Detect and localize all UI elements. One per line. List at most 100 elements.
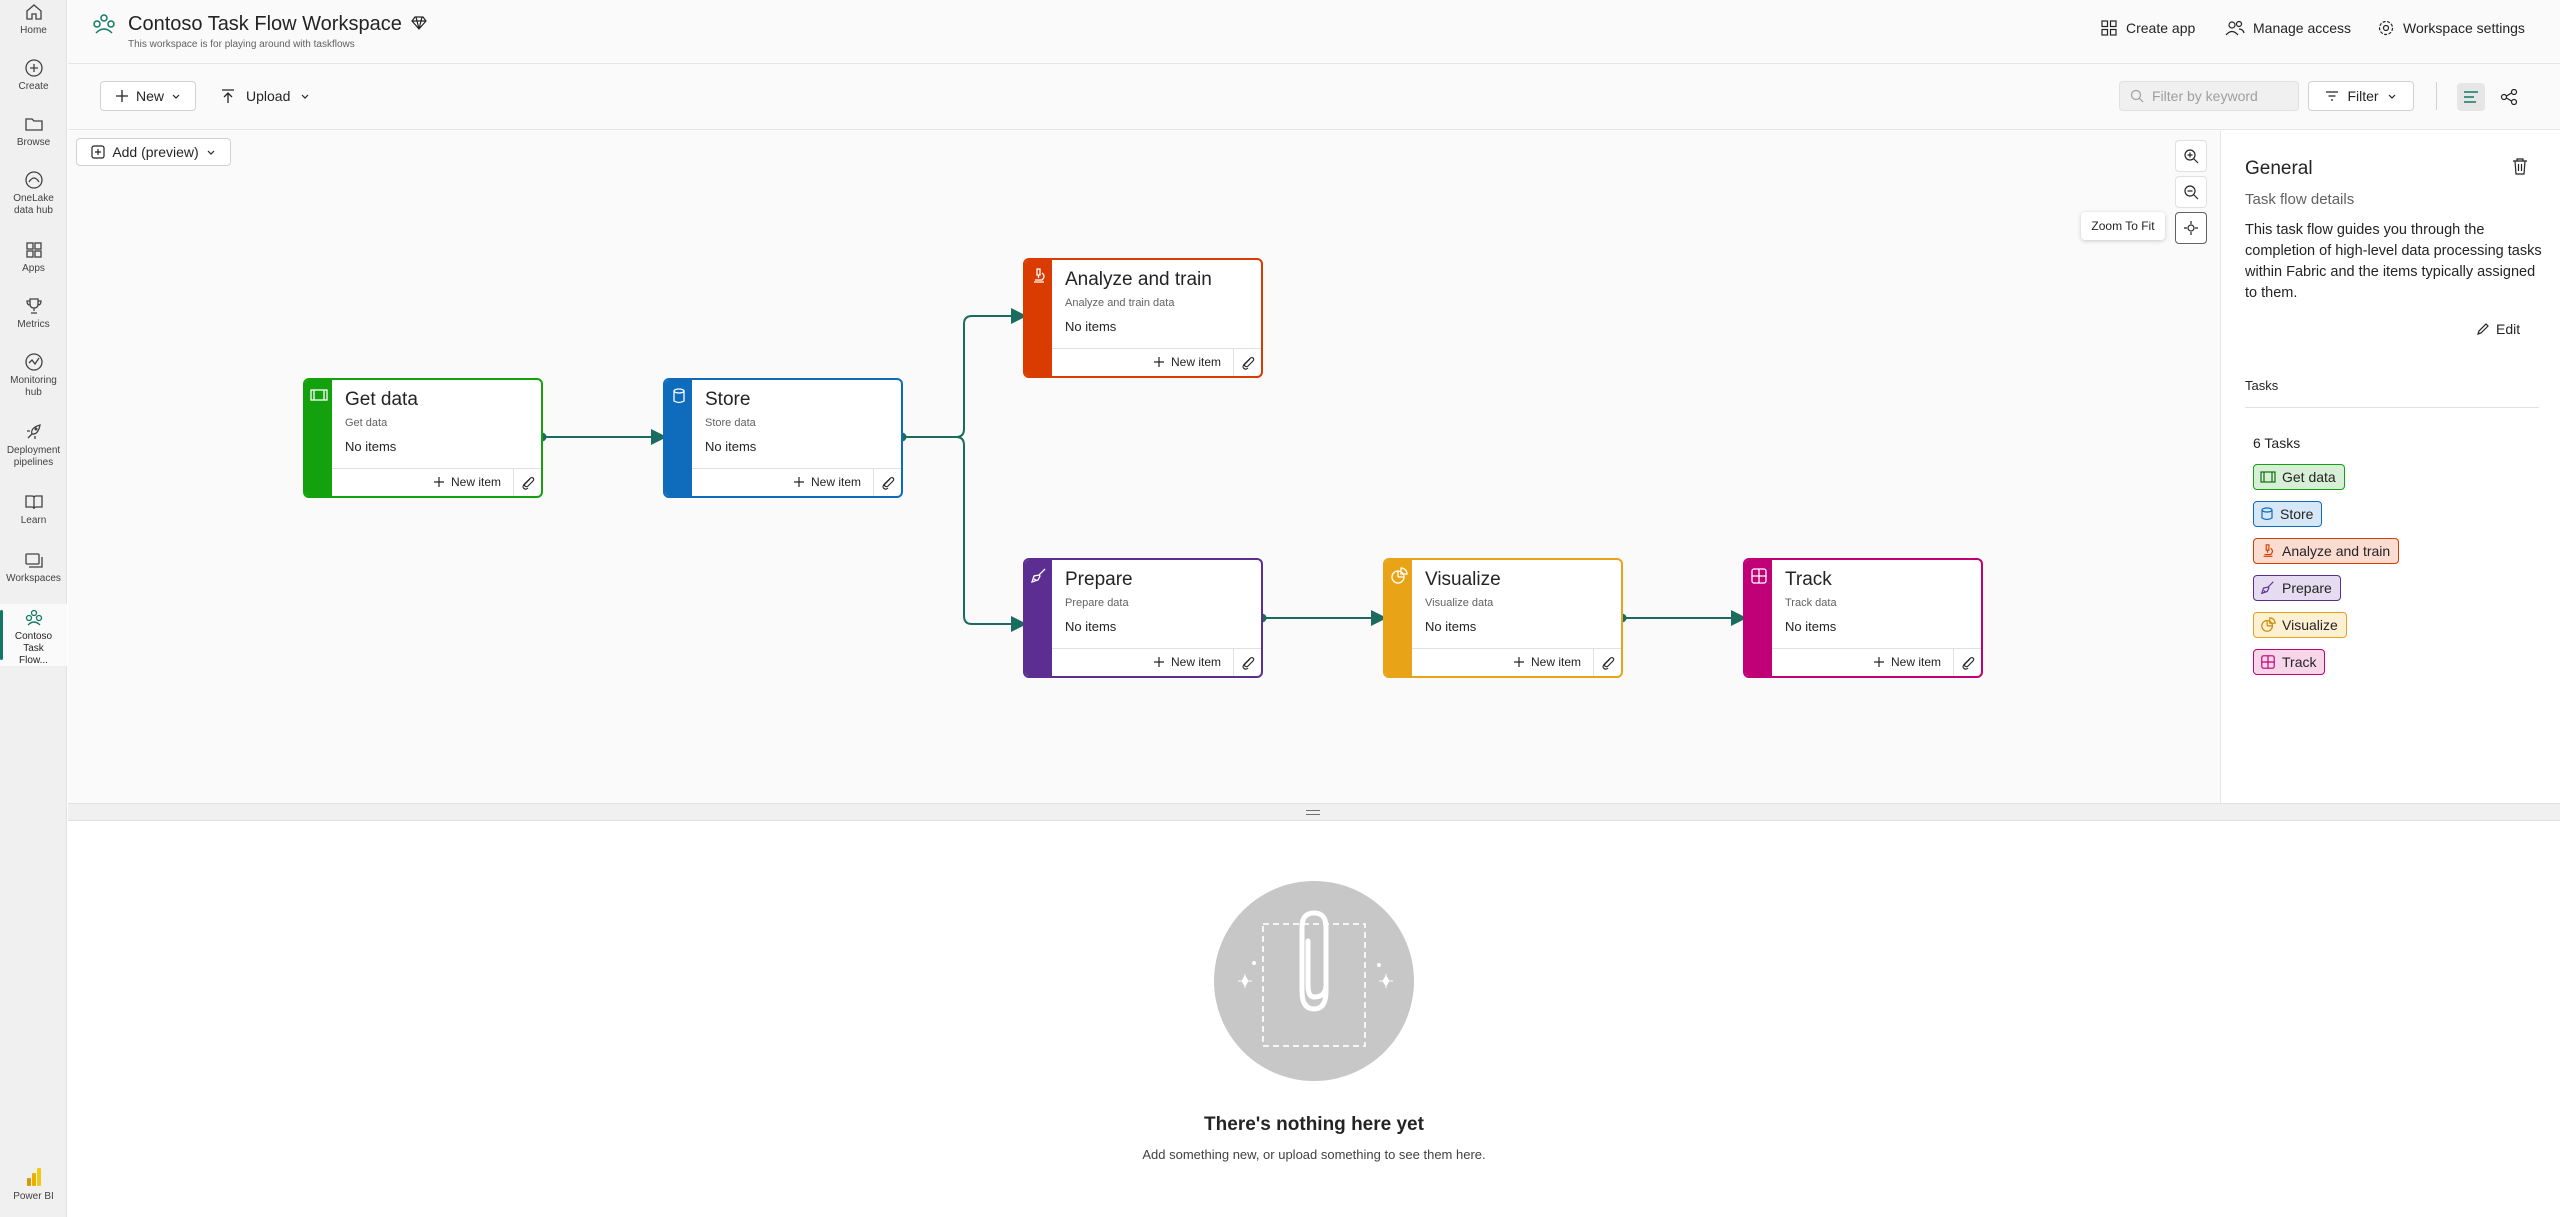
- task-flow-canvas[interactable]: Add (preview) Zoom To Fit Get data Get d…: [68, 131, 2220, 803]
- task-color-strip: [1385, 560, 1412, 676]
- task-chip-visualize[interactable]: Visualize: [2253, 612, 2347, 638]
- nav-onelake[interactable]: OneLake data hub: [0, 170, 67, 228]
- zoom-in-button[interactable]: [2175, 140, 2207, 172]
- panel-subtitle: Task flow details: [2245, 191, 2355, 208]
- task-count: 6 Tasks: [2253, 435, 2301, 451]
- plus-icon: [433, 477, 444, 487]
- connector-store-prepare: [902, 436, 1027, 632]
- database-icon: [2261, 507, 2273, 521]
- task-chip-analyze-and-train[interactable]: Analyze and train: [2253, 538, 2400, 564]
- assign-item-button[interactable]: [1593, 649, 1621, 676]
- home-icon: [25, 4, 42, 20]
- zoom-to-fit-button[interactable]: [2175, 212, 2207, 244]
- pencil-icon: [2477, 323, 2489, 335]
- new-item-button[interactable]: New item: [793, 475, 861, 489]
- upload-label: Upload: [246, 88, 291, 104]
- plus-icon: [1153, 357, 1164, 367]
- task-card-get-data[interactable]: Get data Get data No items New item: [303, 378, 543, 498]
- upload-button[interactable]: Upload: [220, 81, 310, 111]
- nav-label: Contoso Task Flow...: [14, 631, 53, 666]
- nav-monitoring[interactable]: Monitoring hub: [0, 352, 67, 410]
- create-app-button[interactable]: Create app: [2100, 16, 2195, 40]
- chip-label: Store: [2280, 506, 2314, 522]
- nav-learn[interactable]: Learn: [0, 492, 67, 536]
- nav-label: Home: [20, 25, 47, 36]
- assign-item-button[interactable]: [1233, 649, 1261, 676]
- nav-deployment[interactable]: Deployment pipelines: [0, 422, 67, 480]
- task-card-track[interactable]: Track Track data No items New item: [1743, 558, 1983, 678]
- manage-access-button[interactable]: Manage access: [2225, 16, 2351, 40]
- nav-current-workspace[interactable]: Contoso Task Flow...: [0, 604, 67, 666]
- delete-icon[interactable]: [2512, 157, 2528, 175]
- apps-icon: [2101, 20, 2117, 36]
- nav-home[interactable]: Home: [0, 2, 67, 46]
- nav-label: Learn: [20, 515, 47, 526]
- filter-button[interactable]: Filter: [2308, 81, 2414, 111]
- task-chip-prepare[interactable]: Prepare: [2253, 575, 2341, 601]
- task-chip-track[interactable]: Track: [2253, 649, 2326, 675]
- microscope-icon: [1034, 268, 1045, 283]
- task-flow-details-panel: General Task flow details This task flow…: [2220, 131, 2560, 803]
- task-subtitle: Track data: [1785, 597, 1837, 609]
- task-card-store[interactable]: Store Store data No items New item: [663, 378, 903, 498]
- zoom-in-icon: [2184, 149, 2199, 164]
- database-icon: [673, 388, 685, 404]
- list-view-button[interactable]: [2457, 83, 2485, 111]
- pie-chart-icon: [1391, 567, 1408, 584]
- task-card-visualize[interactable]: Visualize Visualize data No items New it…: [1383, 558, 1623, 678]
- zoom-fit-icon: [2184, 221, 2198, 235]
- assign-item-button[interactable]: [1953, 649, 1981, 676]
- workspace-header: Contoso Task Flow Workspace This workspa…: [68, 0, 2560, 64]
- assign-item-button[interactable]: [873, 469, 901, 496]
- add-task-button[interactable]: Add (preview): [76, 138, 231, 166]
- nav-metrics[interactable]: Metrics: [0, 296, 67, 340]
- rocket-icon: [26, 424, 41, 439]
- task-subtitle: Prepare data: [1065, 597, 1129, 609]
- new-button[interactable]: New: [100, 81, 196, 111]
- new-item-button[interactable]: New item: [1153, 655, 1221, 669]
- new-item-button[interactable]: New item: [1513, 655, 1581, 669]
- keyword-filter-input[interactable]: Filter by keyword: [2119, 81, 2299, 111]
- workspaces-icon: [24, 553, 43, 568]
- new-item-button[interactable]: New item: [1873, 655, 1941, 669]
- nav-label: Browse: [16, 137, 51, 148]
- gear-icon: [2378, 20, 2394, 36]
- paperclip-icon: [881, 476, 894, 490]
- nav-label: Monitoring hub: [10, 375, 57, 398]
- assign-item-button[interactable]: [513, 469, 541, 496]
- lineage-view-button[interactable]: [2495, 83, 2523, 111]
- task-title: Prepare: [1065, 569, 1133, 590]
- empty-state-subtitle: Add something new, or upload something t…: [1142, 1147, 1486, 1162]
- task-card-analyze-and-train[interactable]: Analyze and train Analyze and train data…: [1023, 258, 1263, 378]
- paperclip-icon: [1601, 656, 1614, 670]
- create-icon: [24, 59, 43, 77]
- nav-browse[interactable]: Browse: [0, 114, 67, 158]
- edit-label: Edit: [2496, 321, 2521, 337]
- divider: [2245, 407, 2539, 408]
- pane-resize-handle[interactable]: [68, 803, 2560, 821]
- paperclip-icon: [521, 476, 534, 490]
- chevron-down-icon: [301, 94, 309, 99]
- task-card-prepare[interactable]: Prepare Prepare data No items New item: [1023, 558, 1263, 678]
- broom-icon: [1030, 568, 1046, 584]
- nav-workspaces[interactable]: Workspaces: [0, 550, 67, 594]
- new-item-button[interactable]: New item: [1153, 355, 1221, 369]
- task-chip-get-data[interactable]: Get data: [2253, 464, 2345, 490]
- nav-powerbi-switcher[interactable]: Power BI: [0, 1166, 67, 1212]
- task-chip-store[interactable]: Store: [2253, 501, 2323, 527]
- premium-diamond-icon: [411, 16, 427, 30]
- plus-icon: [1513, 657, 1524, 667]
- plus-icon: [793, 477, 804, 487]
- chip-label: Get data: [2282, 469, 2336, 485]
- edit-button[interactable]: Edit: [2476, 321, 2520, 337]
- nav-create[interactable]: Create: [0, 58, 67, 102]
- assign-item-button[interactable]: [1233, 349, 1261, 376]
- zoom-out-button[interactable]: [2175, 176, 2207, 208]
- empty-state-illustration: [1214, 881, 1414, 1081]
- workspace-settings-button[interactable]: Workspace settings: [2377, 16, 2525, 40]
- new-item-label: New item: [1530, 655, 1581, 669]
- new-item-label: New item: [450, 475, 501, 489]
- nav-apps[interactable]: Apps: [0, 240, 67, 284]
- task-status: No items: [1065, 619, 1117, 634]
- new-item-button[interactable]: New item: [433, 475, 501, 489]
